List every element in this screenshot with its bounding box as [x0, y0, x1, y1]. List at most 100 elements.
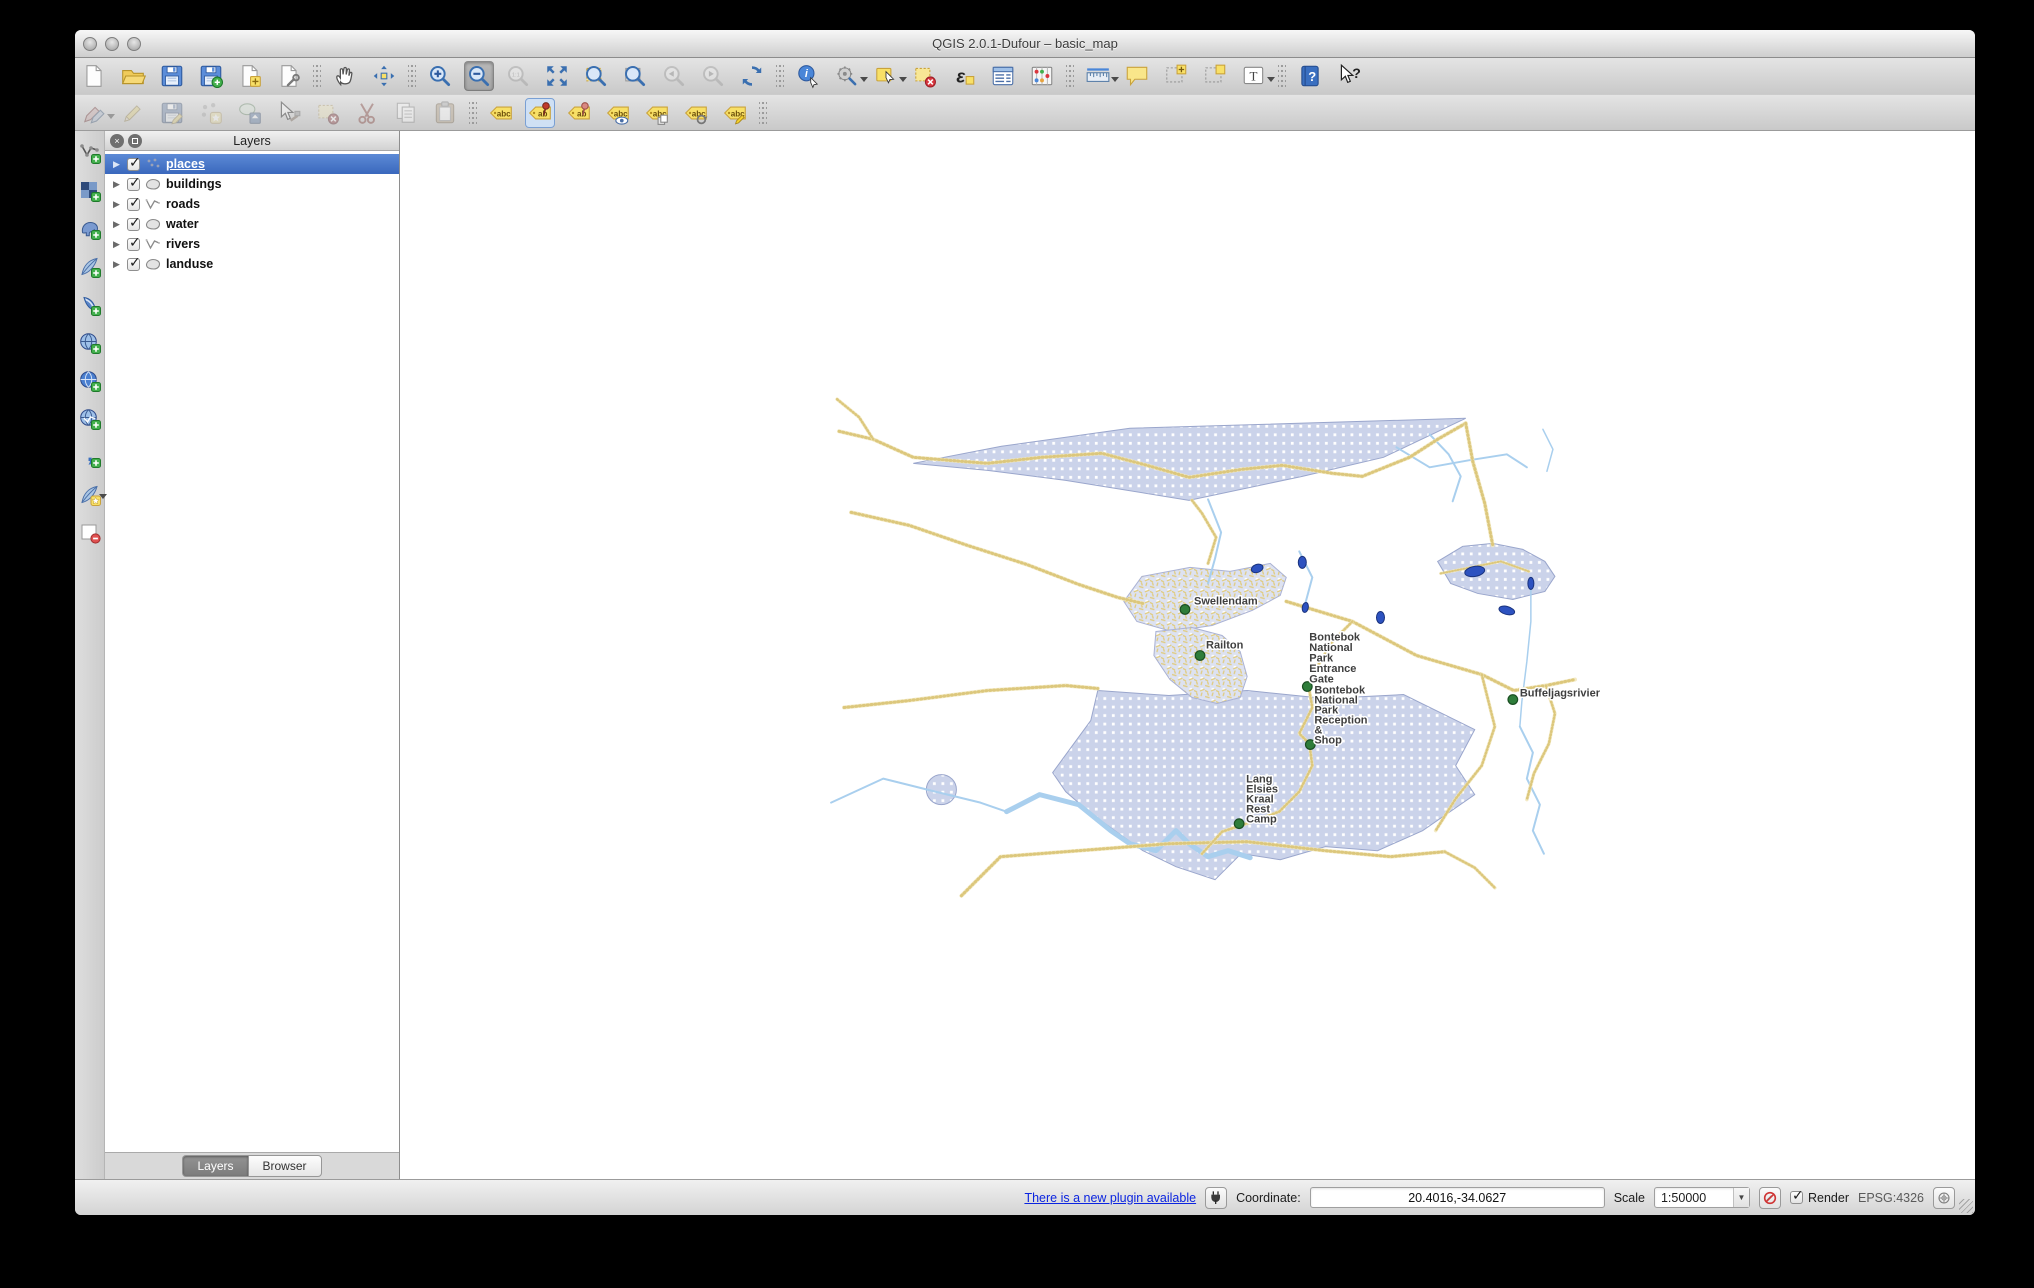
layer-expander-icon[interactable]: ▶ — [113, 200, 123, 209]
new-shapefile-layer-icon[interactable] — [76, 481, 103, 508]
zoom-full-icon[interactable] — [542, 61, 572, 91]
add-mssql-layer-icon[interactable] — [76, 291, 103, 318]
zoom-last-icon — [659, 61, 689, 91]
add-spatialite-layer-icon[interactable] — [76, 253, 103, 280]
move-feature-icon — [235, 98, 265, 128]
layer-row-rivers[interactable]: ▶✓rivers — [105, 234, 399, 254]
layer-expander-icon[interactable]: ▶ — [113, 220, 123, 229]
minimize-button[interactable] — [105, 37, 119, 51]
chevron-down-icon[interactable]: ▼ — [1733, 1188, 1749, 1207]
svg-text:1:1: 1:1 — [512, 72, 520, 78]
svg-text:ab: ab — [538, 109, 548, 118]
identify-icon[interactable]: i — [793, 61, 823, 91]
copy-features-icon — [391, 98, 421, 128]
zoom-to-selection-icon[interactable] — [581, 61, 611, 91]
toolbar-separator — [1278, 65, 1286, 87]
map-canvas[interactable]: SwellendamRailtonBontebokNationalParkEnt… — [400, 131, 1975, 1179]
map-tips-icon[interactable] — [1122, 61, 1152, 91]
title-bar[interactable]: QGIS 2.0.1-Dufour – basic_map — [75, 30, 1975, 58]
refresh-icon[interactable] — [737, 61, 767, 91]
layer-row-buildings[interactable]: ▶✓buildings — [105, 174, 399, 194]
pan-map-icon[interactable] — [330, 61, 360, 91]
layer-checkbox-rivers[interactable]: ✓ — [127, 238, 140, 251]
measure-icon[interactable] — [1083, 61, 1113, 91]
layer-checkbox-places[interactable]: ✓ — [127, 158, 140, 171]
layer-row-roads[interactable]: ▶✓roads — [105, 194, 399, 214]
layers-panel: × Layers ▶✓places▶✓buildings▶✓roads▶✓wat… — [105, 131, 400, 1179]
pin-labels-icon[interactable]: ab — [525, 98, 555, 128]
add-raster-layer-icon[interactable] — [76, 177, 103, 204]
tab-layers[interactable]: Layers — [182, 1155, 247, 1177]
new-composer-icon[interactable] — [235, 61, 265, 91]
move-label-icon[interactable]: abc — [642, 98, 672, 128]
save-edits-icon — [157, 98, 187, 128]
new-bookmark-icon[interactable] — [1161, 61, 1191, 91]
layer-row-water[interactable]: ▶ ✓ water — [105, 214, 399, 234]
whats-this-icon[interactable]: ? — [1334, 61, 1364, 91]
run-feature-action-icon[interactable] — [832, 61, 862, 91]
close-button[interactable] — [83, 37, 97, 51]
help-icon[interactable]: ? — [1295, 61, 1325, 91]
highlight-labels-icon[interactable]: ab — [564, 98, 594, 128]
resize-grip[interactable] — [1959, 1199, 1973, 1213]
road-line — [851, 512, 1143, 603]
layer-row-places[interactable]: ▶✓places — [105, 154, 399, 174]
remove-layer-icon[interactable] — [76, 519, 103, 546]
zoom-to-layer-icon[interactable] — [620, 61, 650, 91]
pan-to-selection-icon[interactable] — [369, 61, 399, 91]
coordinate-input[interactable] — [1310, 1187, 1605, 1208]
composer-manager-icon[interactable] — [274, 61, 304, 91]
add-delimited-text-layer-icon[interactable]: , — [76, 443, 103, 470]
toolbar-row-1: 1:1 i ε T?? — [75, 58, 1975, 95]
attribute-table-icon[interactable] — [988, 61, 1018, 91]
layer-checkbox-roads[interactable]: ✓ — [127, 198, 140, 211]
add-postgis-layer-icon[interactable] — [76, 215, 103, 242]
layer-expander-icon[interactable]: ▶ — [113, 180, 123, 189]
layer-checkbox-water[interactable]: ✓ — [127, 218, 140, 231]
road-line — [1466, 423, 1493, 545]
scale-combobox[interactable]: 1:50000 ▼ — [1654, 1187, 1750, 1208]
show-hide-labels-icon[interactable]: abc — [603, 98, 633, 128]
save-project-icon[interactable] — [157, 61, 187, 91]
zoom-out-icon[interactable] — [464, 61, 494, 91]
rotate-label-icon[interactable]: abc — [681, 98, 711, 128]
layer-expander-icon[interactable]: ▶ — [113, 260, 123, 269]
select-features-icon[interactable] — [871, 61, 901, 91]
zoom-window-button[interactable] — [127, 37, 141, 51]
layer-row-landuse[interactable]: ▶✓landuse — [105, 254, 399, 274]
add-wcs-layer-icon[interactable] — [76, 367, 103, 394]
add-wfs-layer-icon[interactable] — [76, 405, 103, 432]
zoom-in-icon[interactable] — [425, 61, 455, 91]
water-body — [1301, 602, 1309, 613]
paste-features-icon — [430, 98, 460, 128]
add-vector-layer-icon[interactable] — [76, 139, 103, 166]
plugin-icon[interactable] — [1205, 1187, 1227, 1209]
deselect-features-icon[interactable] — [910, 61, 940, 91]
layer-expander-icon[interactable]: ▶ — [113, 160, 123, 169]
layer-label: water — [166, 217, 199, 231]
panel-close-icon[interactable]: × — [110, 134, 124, 148]
render-checkbox[interactable]: ✓ — [1790, 1191, 1803, 1204]
select-by-expression-icon[interactable]: ε — [949, 61, 979, 91]
labeling-icon[interactable]: abc — [486, 98, 516, 128]
new-project-icon[interactable] — [79, 61, 109, 91]
add-wms-layer-icon[interactable] — [76, 329, 103, 356]
open-project-icon[interactable] — [118, 61, 148, 91]
field-calculator-icon[interactable] — [1027, 61, 1057, 91]
layer-expander-icon[interactable]: ▶ — [113, 240, 123, 249]
layer-checkbox-landuse[interactable]: ✓ — [127, 258, 140, 271]
layer-checkbox-buildings[interactable]: ✓ — [127, 178, 140, 191]
plugin-link[interactable]: There is a new plugin available — [1024, 1191, 1196, 1205]
text-annotation-icon[interactable]: T — [1239, 61, 1269, 91]
stop-render-icon[interactable] — [1759, 1187, 1781, 1209]
show-bookmarks-icon[interactable] — [1200, 61, 1230, 91]
node-tool-icon — [274, 98, 304, 128]
water-body — [1498, 605, 1516, 617]
save-project-as-icon[interactable] — [196, 61, 226, 91]
tab-browser[interactable]: Browser — [248, 1155, 322, 1177]
panel-float-icon[interactable] — [128, 134, 142, 148]
toolbar-separator — [776, 65, 784, 87]
change-label-icon[interactable]: abc — [720, 98, 750, 128]
crs-globe-icon[interactable] — [1933, 1187, 1955, 1209]
polygon-symbol-icon — [144, 217, 162, 231]
